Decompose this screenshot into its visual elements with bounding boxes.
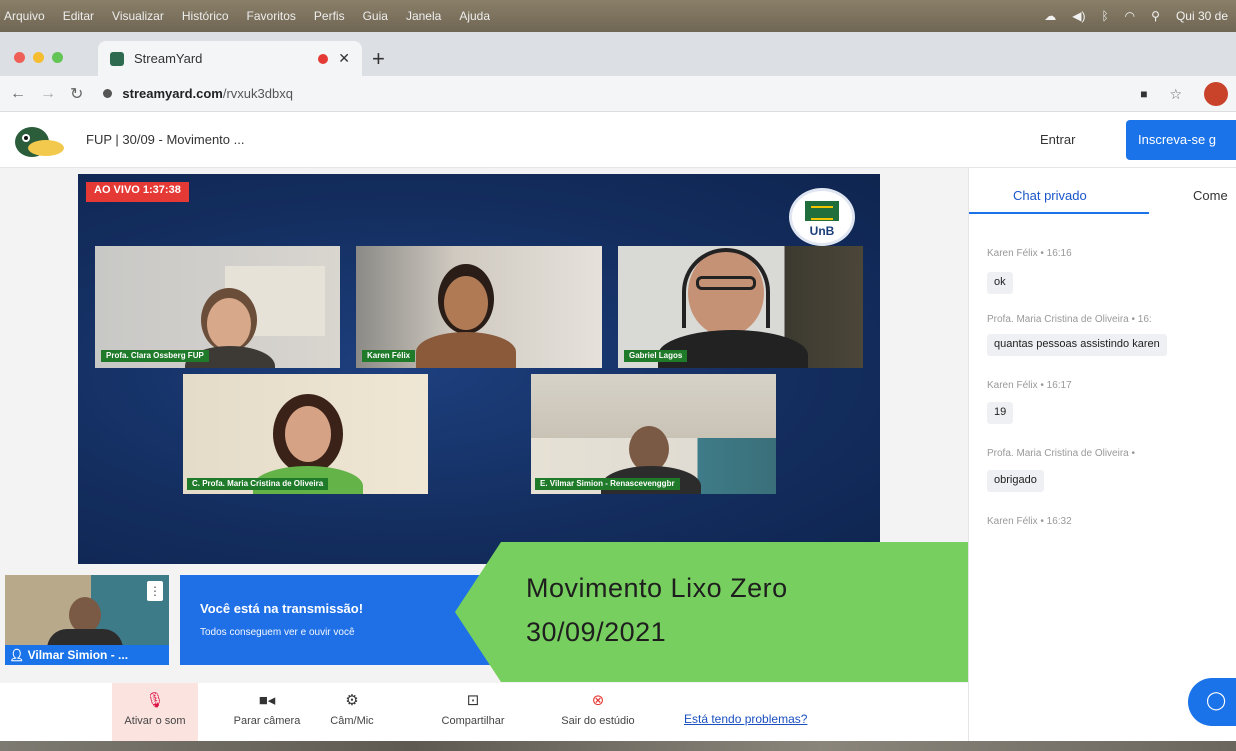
streamyard-favicon-icon — [110, 51, 124, 66]
address-bar-actions: ■ ☆ — [1140, 82, 1228, 106]
reload-icon[interactable]: ↻ — [70, 84, 83, 104]
wifi-icon[interactable]: ◠ — [1125, 9, 1135, 23]
menu-historico[interactable]: Histórico — [182, 9, 229, 23]
self-preview-tile[interactable]: ⋮ 👤︎ Vilmar Simion - ... — [5, 575, 169, 665]
share-screen-icon: ⊡ — [466, 692, 480, 709]
share-screen-button[interactable]: ⊡ Compartilhar — [426, 683, 520, 741]
clock-text[interactable]: Qui 30 de — [1176, 9, 1228, 23]
close-window-icon[interactable] — [14, 52, 25, 63]
participant-tile[interactable]: C. Profa. Maria Cristina de Oliveira — [183, 374, 428, 494]
active-tab-indicator — [969, 212, 1149, 214]
cloud-icon[interactable]: ☁ — [1044, 9, 1056, 23]
person-icon: 👤︎ — [9, 648, 28, 662]
back-icon[interactable]: ← — [10, 85, 26, 103]
broadcast-stage — [78, 174, 880, 564]
chat-message-author: Karen Félix • 16:16 — [987, 248, 1072, 259]
recording-indicator-icon — [318, 53, 329, 64]
maximize-window-icon[interactable] — [52, 52, 63, 63]
chat-message-author: Karen Félix • 16:17 — [987, 380, 1072, 391]
control-label: Compartilhar — [441, 715, 505, 727]
control-label: Parar câmera — [233, 715, 301, 727]
menu-perfis[interactable]: Perfis — [314, 9, 345, 23]
participant-tile[interactable]: Karen Félix — [356, 246, 602, 368]
menu-visualizar[interactable]: Visualizar — [112, 9, 164, 23]
broadcast-title[interactable]: FUP | 30/09 - Movimento ... — [86, 132, 244, 147]
leave-studio-button[interactable]: ⊗ Sair do estúdio — [540, 683, 656, 741]
overlay-event-title: Movimento Lixo Zero — [526, 573, 788, 603]
camera-permission-icon[interactable]: ■ — [1140, 87, 1147, 101]
leave-icon: ⊗ — [591, 692, 605, 709]
app-header: FUP | 30/09 - Movimento ... Entrar Inscr… — [0, 112, 1236, 168]
address-bar: ← → ↻ streamyard.com /rvxuk3dbxq ■ ☆ — [0, 76, 1236, 112]
participant-name-tag: C. Profa. Maria Cristina de Oliveira — [187, 478, 329, 490]
close-tab-icon[interactable]: ✕ — [338, 50, 350, 67]
url-path: /rvxuk3dbxq — [222, 86, 293, 101]
chat-panel: Chat privado Come Karen Félix • 16:16 ok… — [968, 168, 1236, 741]
mic-off-icon: 🎙︎ — [145, 692, 165, 709]
participant-name-tag: Karen Félix — [362, 350, 416, 362]
menu-editar[interactable]: Editar — [63, 9, 94, 23]
chat-message-text: quantas pessoas assistindo karen — [987, 334, 1167, 356]
chat-message-author: Karen Félix • 16:32 — [987, 516, 1072, 527]
menubar-status-area: ☁ ◀) ᛒ ◠ ⚲ Qui 30 de — [1044, 0, 1228, 32]
tab-private-chat[interactable]: Chat privado — [1013, 188, 1087, 203]
self-name-text: Vilmar Simion - ... — [27, 648, 129, 662]
participant-tile[interactable]: Gabriel Lagos — [618, 246, 863, 368]
menu-janela[interactable]: Janela — [406, 9, 441, 23]
unb-logo-text: UnB — [809, 224, 835, 238]
overlay-event-date: 30/09/2021 — [526, 617, 667, 647]
lock-icon — [103, 89, 113, 98]
control-label: Ativar o som — [124, 715, 186, 727]
help-link[interactable]: Está tendo problemas? — [684, 712, 807, 726]
unmute-button[interactable]: 🎙︎ Ativar o som — [112, 683, 198, 741]
stop-camera-button[interactable]: ■◂ Parar câmera — [224, 683, 310, 741]
gear-icon: ⚙ — [345, 692, 359, 709]
menu-favoritos[interactable]: Favoritos — [247, 9, 296, 23]
url-domain: streamyard.com — [122, 86, 223, 101]
cam-mic-settings-button[interactable]: ⚙ Câm/Mic — [312, 683, 392, 741]
enter-button[interactable]: Entrar — [1040, 132, 1075, 147]
participant-tile[interactable]: E. Vilmar Simion - Renascevenggbr — [531, 374, 776, 494]
camera-icon: ■◂ — [258, 692, 276, 709]
signup-button[interactable]: Inscreva-se g — [1126, 120, 1236, 160]
chat-message-author: Profa. Maria Cristina de Oliveira • 16: — [987, 314, 1152, 325]
self-preview-name: 👤︎ Vilmar Simion - ... — [5, 645, 169, 665]
new-tab-button[interactable]: + — [372, 46, 385, 72]
chat-message-author: Profa. Maria Cristina de Oliveira • — [987, 448, 1135, 459]
unb-logo: UnB — [789, 188, 855, 246]
minimize-window-icon[interactable] — [33, 52, 44, 63]
on-air-title: Você está na transmissão! — [200, 601, 364, 616]
participant-name-tag: Gabriel Lagos — [624, 350, 688, 362]
control-label: Sair do estúdio — [561, 715, 635, 727]
kebab-menu-icon[interactable]: ⋮ — [147, 581, 163, 601]
participant-tile[interactable]: Profa. Clara Ossberg FUP — [95, 246, 340, 368]
streamyard-logo-icon — [15, 127, 64, 157]
tab-title: StreamYard — [134, 51, 203, 66]
search-icon[interactable]: ⚲ — [1151, 9, 1160, 23]
live-badge: AO VIVO 1:37:38 — [86, 182, 189, 202]
chat-bubble-icon[interactable]: ◯ — [1188, 678, 1236, 726]
browser-tab-streamyard[interactable]: StreamYard ✕ — [98, 41, 362, 76]
chat-message-text: obrigado — [987, 470, 1044, 492]
menu-guia[interactable]: Guia — [363, 9, 388, 23]
os-menu-bar: Arquivo Editar Visualizar Histórico Favo… — [0, 0, 1236, 32]
desk-background — [0, 741, 1236, 751]
on-air-subtitle: Todos conseguem ver e ouvir você — [200, 627, 355, 638]
menu-ajuda[interactable]: Ajuda — [459, 9, 490, 23]
bluetooth-icon[interactable]: ᛒ — [1101, 9, 1108, 23]
profile-avatar[interactable] — [1204, 82, 1228, 106]
tab-comments[interactable]: Come — [1193, 188, 1228, 203]
unb-flag-icon — [805, 201, 839, 221]
url-field[interactable]: streamyard.com /rvxuk3dbxq — [103, 86, 293, 101]
volume-icon[interactable]: ◀) — [1072, 9, 1085, 23]
chat-message-text: ok — [987, 272, 1013, 294]
bookmark-star-icon[interactable]: ☆ — [1169, 86, 1182, 103]
participant-name-tag: E. Vilmar Simion - Renascevenggbr — [535, 478, 680, 490]
forward-icon[interactable]: → — [40, 85, 56, 103]
control-label: Câm/Mic — [330, 715, 374, 727]
studio-controls-bar: 🎙︎ Ativar o som ■◂ Parar câmera ⚙ Câm/Mi… — [0, 683, 968, 741]
chat-message-text: 19 — [987, 402, 1014, 424]
menu-arquivo[interactable]: Arquivo — [4, 9, 45, 23]
participant-name-tag: Profa. Clara Ossberg FUP — [101, 350, 209, 362]
